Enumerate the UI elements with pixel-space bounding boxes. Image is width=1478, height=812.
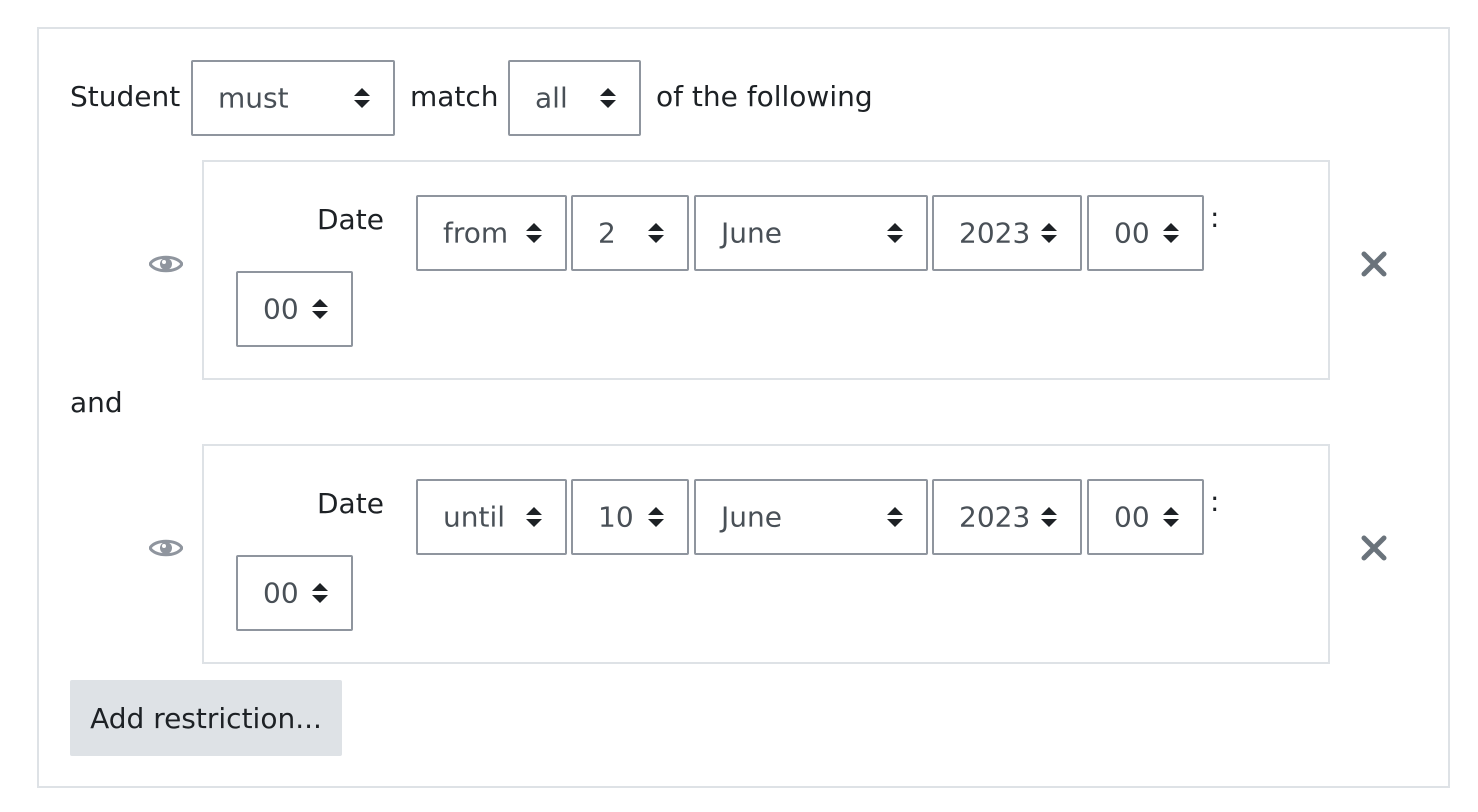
all-select[interactable]: all	[508, 60, 641, 136]
and-label: and	[70, 386, 123, 419]
sort-caret-icon	[526, 507, 542, 527]
date-label: Date	[317, 203, 384, 236]
sort-caret-icon	[648, 223, 664, 243]
year-select-value: 2023	[959, 500, 1031, 534]
direction-select[interactable]: from	[416, 195, 567, 271]
day-select[interactable]: 10	[571, 479, 689, 555]
year-select[interactable]: 2023	[932, 195, 1082, 271]
hour-select-value: 00	[1114, 216, 1150, 250]
minute-select[interactable]: 00	[236, 271, 353, 347]
date-label: Date	[317, 487, 384, 520]
minute-select-value: 00	[263, 576, 299, 610]
must-select[interactable]: must	[191, 60, 395, 136]
all-select-value: all	[535, 81, 568, 115]
hour-select[interactable]: 00	[1087, 479, 1204, 555]
close-icon[interactable]	[1361, 535, 1387, 561]
eye-icon[interactable]	[149, 252, 183, 276]
close-icon[interactable]	[1361, 251, 1387, 277]
sort-caret-icon	[312, 299, 328, 319]
day-select[interactable]: 2	[571, 195, 689, 271]
direction-select[interactable]: until	[416, 479, 567, 555]
sort-caret-icon	[600, 88, 616, 108]
month-select[interactable]: June	[694, 195, 928, 271]
month-select[interactable]: June	[694, 479, 928, 555]
sort-caret-icon	[648, 507, 664, 527]
minute-select-value: 00	[263, 292, 299, 326]
day-select-value: 10	[598, 500, 634, 534]
month-select-value: June	[721, 500, 782, 534]
sort-caret-icon	[526, 223, 542, 243]
minute-select[interactable]: 00	[236, 555, 353, 631]
direction-select-value: until	[443, 500, 506, 534]
student-label: Student	[70, 80, 181, 113]
month-select-value: June	[721, 216, 782, 250]
time-separator: :	[1210, 201, 1220, 234]
day-select-value: 2	[598, 216, 616, 250]
sort-caret-icon	[312, 583, 328, 603]
sort-caret-icon	[887, 507, 903, 527]
restriction-set-container	[37, 27, 1450, 788]
sort-caret-icon	[354, 88, 370, 108]
eye-icon[interactable]	[149, 536, 183, 560]
direction-select-value: from	[443, 216, 509, 250]
add-restriction-button[interactable]: Add restriction...	[70, 680, 342, 756]
of-the-following-label: of the following	[656, 80, 873, 113]
time-separator: :	[1210, 485, 1220, 518]
year-select-value: 2023	[959, 216, 1031, 250]
sort-caret-icon	[1041, 507, 1057, 527]
date-condition-until: Date until 10 June 2023 00 : 00	[202, 444, 1330, 664]
sort-caret-icon	[1163, 507, 1179, 527]
year-select[interactable]: 2023	[932, 479, 1082, 555]
match-label: match	[410, 80, 499, 113]
sort-caret-icon	[1163, 223, 1179, 243]
date-condition-from: Date from 2 June 2023 00 : 00	[202, 160, 1330, 380]
must-select-value: must	[218, 81, 289, 115]
hour-select-value: 00	[1114, 500, 1150, 534]
sort-caret-icon	[1041, 223, 1057, 243]
hour-select[interactable]: 00	[1087, 195, 1204, 271]
sort-caret-icon	[887, 223, 903, 243]
